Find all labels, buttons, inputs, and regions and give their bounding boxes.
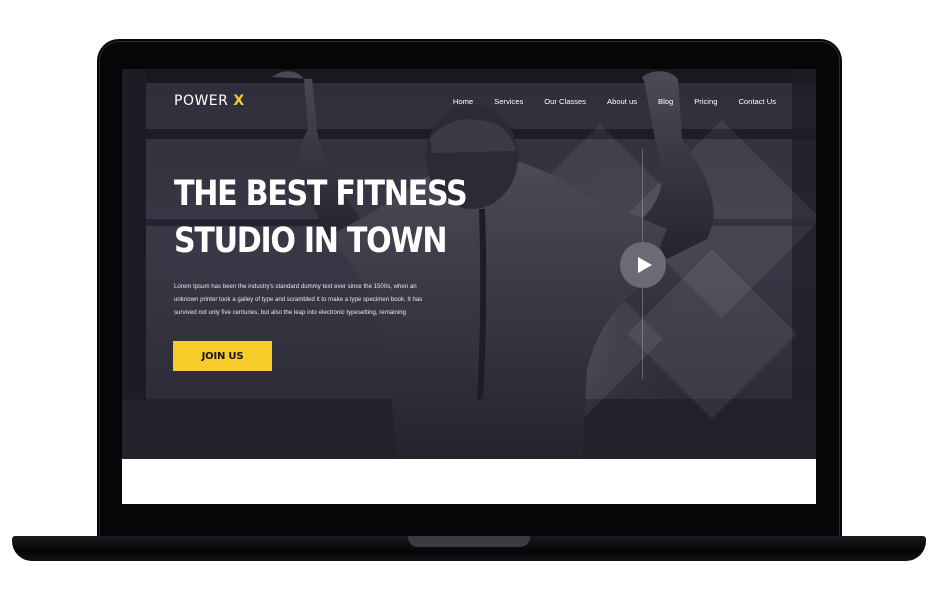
hero-description: Lorem Ipsum has been the industry's stan… bbox=[174, 283, 423, 316]
hero-section: POWER X Home Services Our Classes About … bbox=[122, 69, 816, 459]
play-video-button[interactable] bbox=[620, 242, 666, 288]
nav-item-home[interactable]: Home bbox=[453, 97, 473, 106]
nav-item-pricing[interactable]: Pricing bbox=[694, 97, 717, 106]
hero-title: THE BEST FITNESS STUDIO IN TOWN bbox=[174, 171, 468, 265]
top-navbar: POWER X Home Services Our Classes About … bbox=[174, 91, 776, 111]
nav-item-blog[interactable]: Blog bbox=[658, 97, 673, 106]
brand-logo[interactable]: POWER X bbox=[174, 93, 245, 109]
brand-name: POWER bbox=[174, 93, 229, 109]
hero-title-line-1: THE BEST FITNESS bbox=[174, 174, 468, 214]
join-us-button[interactable]: JOIN US bbox=[173, 341, 272, 371]
play-icon bbox=[637, 257, 652, 273]
nav-item-about-us[interactable]: About us bbox=[607, 97, 637, 106]
nav-item-services[interactable]: Services bbox=[494, 97, 523, 106]
nav-item-our-classes[interactable]: Our Classes bbox=[544, 97, 586, 106]
hero-title-line-2: STUDIO IN TOWN bbox=[174, 221, 448, 261]
browser-screen: POWER X Home Services Our Classes About … bbox=[122, 69, 816, 504]
nav-item-contact-us[interactable]: Contact Us bbox=[738, 97, 776, 106]
laptop-notch bbox=[408, 536, 530, 547]
brand-accent: X bbox=[233, 93, 245, 109]
nav-menu: Home Services Our Classes About us Blog … bbox=[432, 97, 776, 106]
